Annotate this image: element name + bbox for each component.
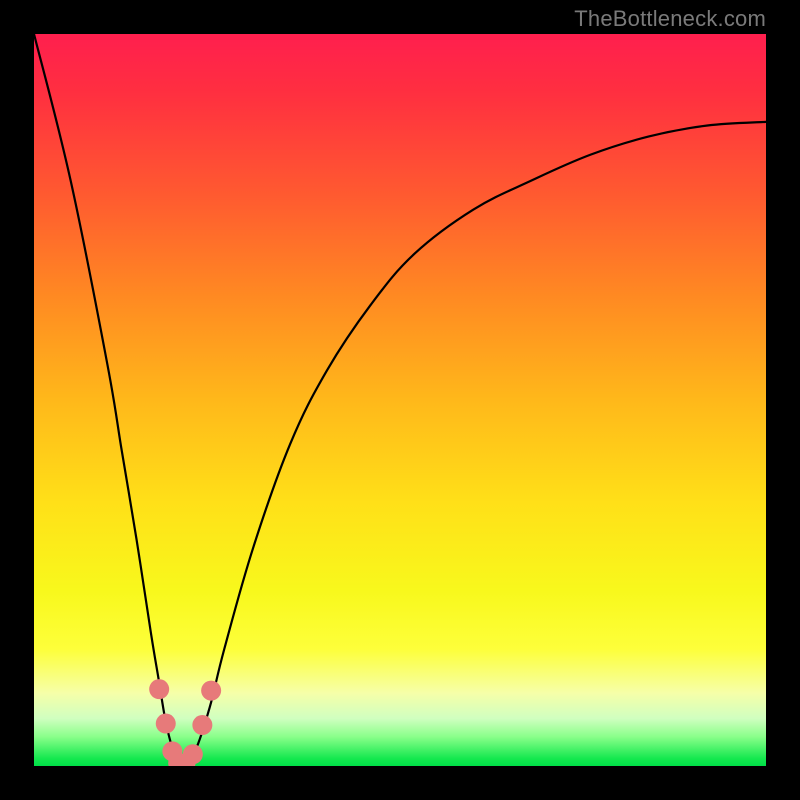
highlight-dot <box>149 679 169 699</box>
highlight-dot <box>183 744 203 764</box>
highlight-dot <box>192 715 212 735</box>
watermark-text: TheBottleneck.com <box>574 6 766 32</box>
chart-svg <box>34 34 766 766</box>
chart-frame: TheBottleneck.com <box>0 0 800 800</box>
highlight-dot <box>156 714 176 734</box>
chart-plot-area <box>34 34 766 766</box>
bottleneck-curve <box>34 34 766 766</box>
highlight-dots-group <box>149 679 221 766</box>
highlight-dot <box>201 681 221 701</box>
